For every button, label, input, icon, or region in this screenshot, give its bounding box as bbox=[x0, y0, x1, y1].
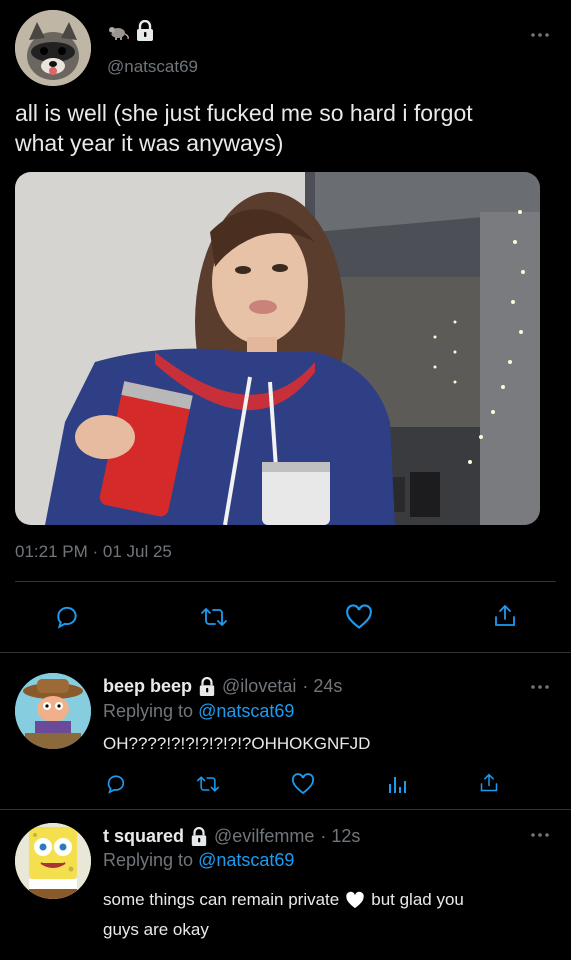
raccoon-avatar-image bbox=[15, 10, 91, 86]
reply-icon[interactable] bbox=[54, 604, 80, 630]
divider bbox=[0, 809, 571, 810]
reply-text: some things can remain private but glad … bbox=[103, 885, 464, 945]
replying-to-prefix: Replying to bbox=[103, 701, 194, 721]
share-icon[interactable] bbox=[493, 603, 517, 629]
divider bbox=[15, 581, 556, 582]
analytics-icon[interactable] bbox=[386, 773, 408, 795]
reply-author-handle[interactable]: @ilovetai bbox=[222, 676, 296, 697]
reply-author-name[interactable]: t squared bbox=[103, 826, 184, 847]
reply-text-segment: but glad you bbox=[371, 890, 464, 909]
reply-author-name[interactable]: beep beep bbox=[103, 676, 192, 697]
reply-text-line: guys are okay bbox=[103, 920, 209, 939]
retweet-icon[interactable] bbox=[196, 773, 220, 795]
avatar[interactable] bbox=[15, 10, 91, 86]
reply-icon[interactable] bbox=[105, 773, 127, 795]
replying-to-prefix: Replying to bbox=[103, 850, 194, 870]
like-icon[interactable] bbox=[345, 604, 373, 630]
reply-author-handle[interactable]: @evilfemme bbox=[214, 826, 314, 847]
lock-icon bbox=[135, 20, 155, 42]
replying-to: Replying to @natscat69 bbox=[103, 850, 294, 871]
lock-icon bbox=[198, 676, 216, 697]
reply-header: beep beep @ilovetai · 24s bbox=[103, 676, 342, 697]
cartoon-avatar-image bbox=[15, 673, 91, 749]
more-options-icon[interactable] bbox=[530, 684, 550, 690]
more-options-icon[interactable] bbox=[530, 32, 550, 38]
avatar[interactable] bbox=[15, 673, 91, 749]
reply-time[interactable]: · 12s bbox=[320, 826, 360, 847]
author-handle[interactable]: @natscat69 bbox=[107, 57, 198, 77]
tweet-timestamp[interactable]: 01:21 PM · 01 Jul 25 bbox=[15, 542, 172, 562]
avatar[interactable] bbox=[15, 823, 91, 899]
divider bbox=[0, 652, 571, 653]
reply-time[interactable]: · 24s bbox=[302, 676, 342, 697]
reply-text: OH????!?!?!?!?!?!?OHHOKGNFJD bbox=[103, 734, 371, 753]
tweet-text-line: all is well (she just fucked me so hard … bbox=[15, 100, 473, 126]
more-options-icon[interactable] bbox=[530, 832, 550, 838]
reply-text-segment: some things can remain private bbox=[103, 890, 340, 909]
tweet-text: all is well (she just fucked me so hard … bbox=[15, 98, 473, 158]
tweet-text-line: what year it was anyways) bbox=[15, 130, 284, 156]
lock-icon bbox=[190, 826, 208, 847]
reply-header: t squared @evilfemme · 12s bbox=[103, 826, 360, 847]
share-icon[interactable] bbox=[479, 772, 499, 794]
like-icon[interactable] bbox=[291, 773, 315, 795]
retweet-icon[interactable] bbox=[200, 604, 228, 630]
replying-to-handle[interactable]: @natscat69 bbox=[198, 850, 294, 870]
white-heart-icon bbox=[345, 891, 365, 909]
replying-to: Replying to @natscat69 bbox=[103, 701, 294, 722]
replying-to-handle[interactable]: @natscat69 bbox=[198, 701, 294, 721]
sponge-avatar-image bbox=[15, 823, 91, 899]
tweet-photo[interactable] bbox=[15, 172, 540, 525]
rat-emoji-icon bbox=[107, 24, 129, 40]
